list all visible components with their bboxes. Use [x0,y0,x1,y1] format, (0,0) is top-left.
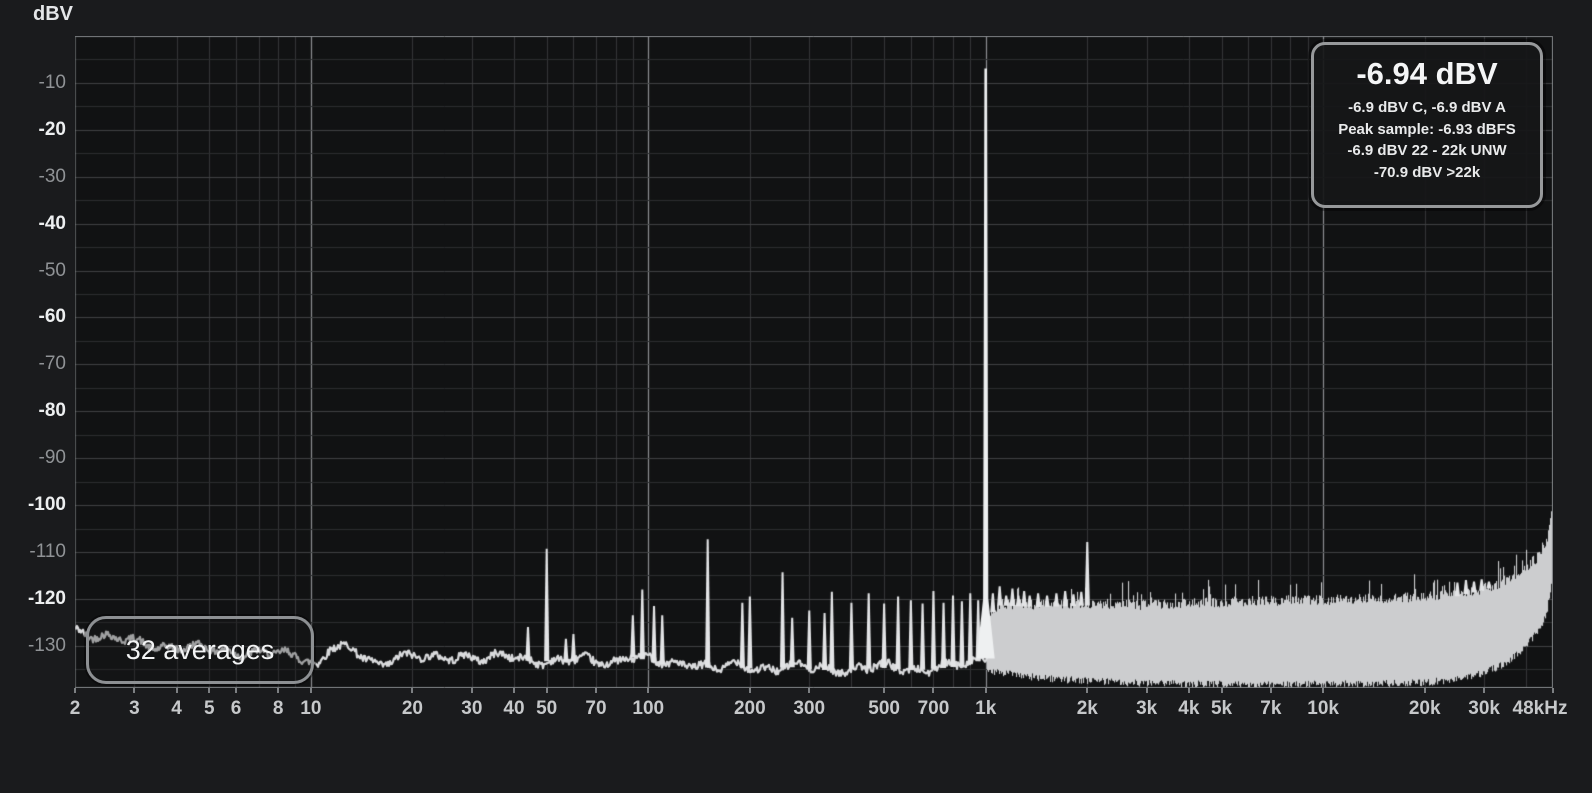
x-tick-mark [1269,688,1272,693]
averages-overlay: 32 averages [86,616,314,684]
x-tick-label: 48kHz [1512,698,1568,719]
x-tick-mark [411,688,414,693]
x-tick-mark [175,688,178,693]
peak-readout-sample: Peak sample: -6.93 dBFS [1338,120,1516,138]
y-tick-label: -10 [38,71,66,93]
x-tick-mark [74,688,76,693]
x-tick-mark [545,688,548,693]
y-tick-label: -130 [27,634,66,656]
x-tick-label: 1k [975,698,997,719]
x-tick-mark [513,688,515,693]
x-tick-mark [133,688,136,693]
y-tick-label: -80 [38,400,66,422]
averages-overlay-label: 32 averages [125,634,275,665]
y-tick-label: -120 [27,587,66,609]
peak-readout-title: -6.94 dBV [1356,56,1498,91]
x-tick-mark [1086,688,1089,693]
x-tick-mark [277,688,280,693]
x-tick-mark [808,688,811,693]
legend-bar: ✔ Spectrum -132.7 dBV [0,740,1592,793]
x-tick-mark [595,688,597,693]
spectrum-analyzer-panel: dBV -10 -20 -30 -40 -50 -60 -70 -80 -90 -100 -110 -… [0,0,1592,793]
peak-readout-weighted: -6.9 dBV C, -6.9 dBV A [1348,99,1506,116]
x-tick-mark [1187,688,1190,693]
y-axis-unit-label: dBV [33,3,73,25]
y-tick-label: -20 [38,118,66,140]
y-tick-label: -40 [38,212,66,234]
y-tick-label: -110 [29,540,66,562]
x-tick-mark [1322,688,1325,693]
x-tick-mark [984,688,987,693]
x-tick-mark [748,688,751,693]
x-tick-mark [1145,688,1148,693]
x-tick-mark [883,688,886,693]
x-tick-label: 10k [1307,698,1339,719]
y-tick-label: -60 [38,306,66,328]
y-tick-label: -30 [38,165,66,187]
peak-readout-box: -6.94 dBV -6.9 dBV C, -6.9 dBV A Peak sa… [1311,42,1543,208]
x-tick-mark [1220,688,1223,693]
peak-readout-band: -6.9 dBV 22 - 22k UNW [1347,142,1507,159]
x-tick-mark [647,688,650,693]
x-tick-mark [470,688,473,693]
x-tick-mark [1423,688,1426,693]
y-tick-label: -90 [38,447,66,469]
x-tick-mark [932,688,935,693]
peak-readout-ultrasonic: -70.9 dBV >22k [1373,163,1481,181]
x-tick-mark [1552,688,1554,693]
x-tick-mark [208,688,211,693]
y-tick-label: -50 [38,259,66,281]
y-tick-label: -100 [27,494,66,516]
x-tick-label: 10 [300,698,322,719]
x-tick-mark [1483,688,1486,693]
x-tick-mark [309,688,312,693]
x-tick-label: 100 [632,698,665,719]
x-tick-mark [234,688,237,693]
y-tick-label: -70 [38,353,66,375]
